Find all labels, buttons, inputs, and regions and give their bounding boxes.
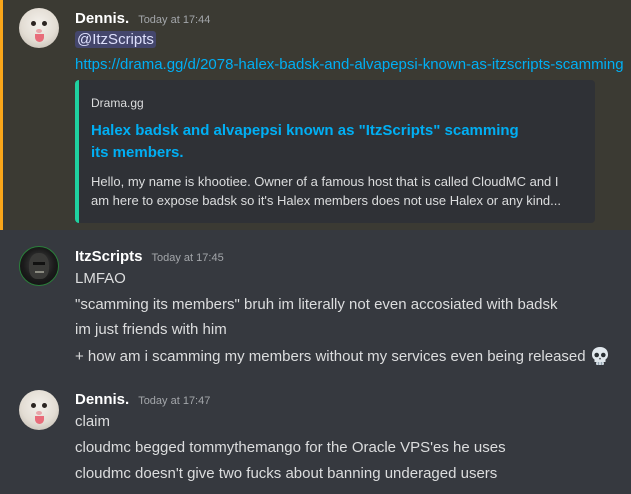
- message-header: Dennis. Today at 17:47: [75, 391, 210, 408]
- embed-description: Hello, my name is khootiee. Owner of a f…: [91, 174, 561, 208]
- username[interactable]: Dennis.: [75, 10, 129, 27]
- embed-accent-bar: [75, 80, 79, 223]
- username[interactable]: ItzScripts: [75, 248, 143, 265]
- message-line: "scamming its members" bruh im literally…: [75, 296, 558, 313]
- avatar-dennis[interactable]: [19, 390, 59, 430]
- message-line: cloudmc begged tommythemango for the Ora…: [75, 439, 506, 456]
- timestamp: Today at 17:45: [151, 252, 224, 264]
- avatar-itzscripts[interactable]: [19, 246, 59, 286]
- timestamp: Today at 17:47: [138, 395, 211, 407]
- embed-provider[interactable]: Drama.gg: [91, 96, 144, 110]
- user-mention[interactable]: @ItzScripts: [75, 31, 156, 48]
- link[interactable]: https://drama.gg/d/2078-halex-badsk-and-…: [75, 56, 624, 73]
- embed-title[interactable]: Halex badsk and alvapepsi known as "ItzS…: [91, 120, 521, 164]
- message-line-with-emoji: + how am i scamming my members without m…: [75, 346, 610, 366]
- message-link-line: https://drama.gg/d/2078-halex-badsk-and-…: [75, 56, 624, 73]
- message-header: ItzScripts Today at 17:45: [75, 248, 224, 265]
- username[interactable]: Dennis.: [75, 391, 129, 408]
- message-content: @ItzScripts: [75, 31, 156, 48]
- message-line: cloudmc doesn't give two fucks about ban…: [75, 465, 498, 482]
- message-text: + how am i scamming my members without m…: [75, 348, 586, 365]
- avatar-dennis[interactable]: [19, 8, 59, 48]
- skull-icon[interactable]: [590, 346, 610, 366]
- message-line: LMFAO: [75, 270, 126, 287]
- link-embed: Drama.gg Halex badsk and alvapepsi known…: [75, 80, 595, 223]
- message-line: im just friends with him: [75, 321, 227, 338]
- timestamp: Today at 17:44: [138, 14, 211, 26]
- message-line: claim: [75, 413, 111, 430]
- message-header: Dennis. Today at 17:44: [75, 10, 210, 27]
